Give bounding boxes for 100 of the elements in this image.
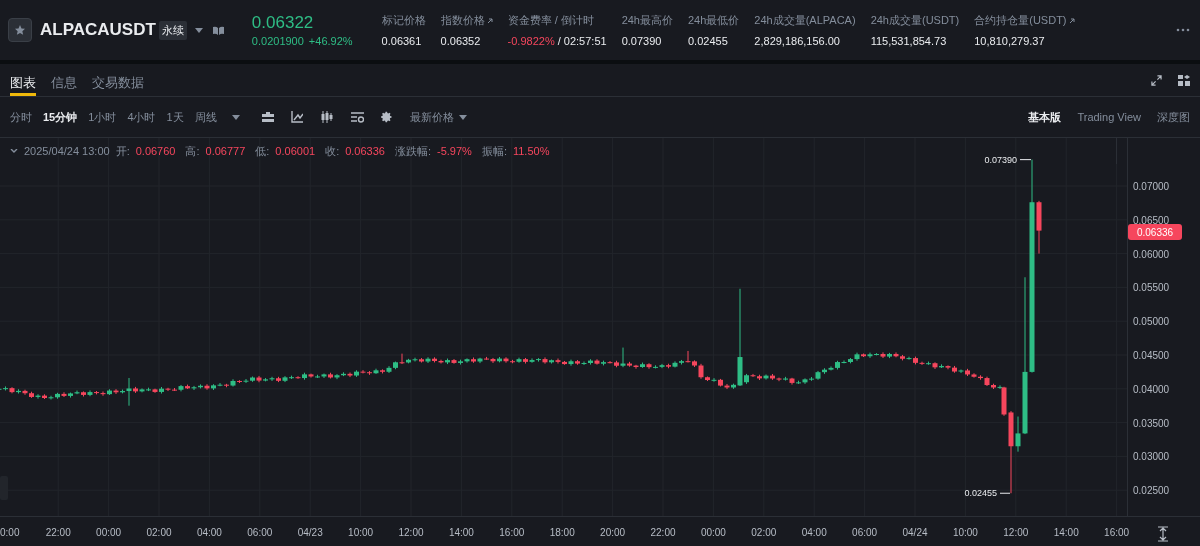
high-price-marker: 0.07390 — [984, 154, 1017, 165]
tab[interactable]: 图表 — [10, 64, 36, 96]
legend-value: -5.97% — [437, 145, 472, 157]
time-axis-label: 06:00 — [247, 527, 273, 538]
stat-value: 0.06352 — [440, 35, 481, 47]
time-axis-label: 22:00 — [650, 527, 676, 538]
tab[interactable]: 信息 — [51, 64, 77, 96]
grid-icon[interactable] — [1178, 74, 1190, 86]
time-axis-label: 00:00 — [96, 527, 122, 538]
view-tab[interactable]: 深度图 — [1157, 109, 1190, 125]
legend-value: 0.06001 — [275, 145, 316, 157]
legend-label: 高: — [185, 143, 200, 159]
caret-icon — [458, 114, 467, 120]
time-axis-label: 16:00 — [1104, 527, 1130, 538]
legend-label: 涨跌幅: — [394, 143, 431, 159]
time-axis-label: 04:00 — [196, 527, 222, 538]
low-price-marker: 0.02455 — [964, 488, 997, 499]
legend-value: 11.50% — [512, 145, 550, 157]
price-axis-label: 0.07000 — [1133, 181, 1170, 192]
caret-icon[interactable] — [231, 114, 240, 120]
price-axis-label: 0.06000 — [1133, 248, 1170, 260]
symbol-title: ALPACAUSDT — [40, 20, 156, 40]
price-change-percent: +46.92% — [308, 35, 353, 47]
stat-value: 2,829,186,156.00 — [754, 35, 840, 47]
last-price: 0.06322 — [251, 13, 315, 33]
drawing-tool-icon[interactable] — [290, 111, 303, 123]
legend-value: 0.06777 — [205, 145, 246, 157]
price-axis-label: 0.05500 — [1133, 282, 1170, 294]
time-axis-label: 04/23 — [297, 527, 323, 538]
time-axis-label: 00:00 — [700, 527, 726, 538]
price-axis-label: 0.04500 — [1133, 350, 1170, 361]
time-axis-label: 04/24 — [902, 527, 928, 538]
settings-icon[interactable] — [380, 111, 393, 123]
expand-icon[interactable] — [1151, 74, 1162, 86]
price-axis-label: 0.05000 — [1133, 316, 1170, 328]
time-axis-label: 02:00 — [146, 527, 172, 538]
view-tab[interactable]: 基本版 — [1028, 109, 1062, 125]
stat-label: 合约持仓量(USDT) — [974, 13, 1067, 28]
interval-option[interactable]: 15分钟 — [43, 109, 78, 125]
interval-option[interactable]: 4小时 — [127, 109, 156, 125]
price-axis-label: 0.03500 — [1133, 417, 1170, 429]
time-axis-label: 10:00 — [952, 527, 978, 538]
contract-tag: 永续 — [158, 20, 187, 40]
book-icon[interactable] — [212, 25, 224, 35]
interval-option[interactable]: 1天 — [166, 109, 184, 125]
stat-label: 资金费率 / 倒计时 — [507, 13, 594, 28]
stat-label: 24h最高价 — [621, 13, 673, 28]
time-axis-label: 18:00 — [549, 527, 575, 538]
legend-label: 收: — [325, 143, 340, 159]
stat-value: 0.02455 — [688, 35, 728, 47]
legend-label: 开: — [115, 143, 130, 159]
price-type-dropdown[interactable]: 最新价格 — [409, 109, 467, 125]
candle-datetime: 2025/04/24 13:00 — [24, 145, 110, 157]
interval-option[interactable]: 分时 — [10, 109, 32, 125]
external-link-icon[interactable] — [486, 17, 493, 24]
leader-line — [1019, 159, 1032, 161]
stat-value: 115,531,854.73 — [870, 35, 947, 47]
time-axis-label: 12:00 — [398, 527, 424, 538]
price-axis-label: 0.02500 — [1133, 485, 1170, 497]
countdown: / 02:57:51 — [557, 35, 607, 47]
time-axis-label: 10:00 — [348, 527, 374, 538]
stat-label: 指数价格 — [440, 13, 485, 28]
favorite-button[interactable] — [8, 18, 32, 42]
legend-label: 振幅: — [481, 143, 507, 159]
stat-value: 0.06361 — [381, 35, 422, 47]
stat-value: 0.07390 — [621, 35, 662, 47]
time-axis-label: 16:00 — [499, 527, 525, 538]
more-icon[interactable] — [1176, 28, 1190, 32]
time-axis-label: 14:00 — [448, 527, 474, 538]
candlestick-icon[interactable] — [319, 111, 334, 123]
legend-label: 低: — [255, 143, 270, 159]
price-change: 0.0201900 — [251, 35, 304, 47]
time-axis-label: 06:00 — [852, 527, 878, 538]
legend-value: 0.06760 — [135, 145, 176, 157]
time-axis-label: 22:00 — [45, 527, 71, 538]
stat-label: 24h成交量(ALPACA) — [754, 13, 856, 28]
price-axis-label: 0.03000 — [1133, 451, 1170, 463]
star-icon — [14, 24, 26, 36]
chart-type-icon[interactable] — [261, 111, 274, 123]
legend-value: 0.06336 — [345, 145, 385, 157]
price-axis-label: 0.06500 — [1133, 214, 1170, 226]
interval-option[interactable]: 周线 — [194, 109, 217, 125]
current-price-label: 0.06336 — [1136, 226, 1174, 238]
stat-value: -0.9822% — [507, 35, 555, 47]
indicator-icon[interactable] — [350, 111, 364, 123]
chevron-down-icon[interactable] — [10, 148, 18, 154]
price-axis-label: 0.04000 — [1133, 383, 1170, 395]
tab[interactable]: 交易数据 — [92, 64, 144, 96]
time-axis-label: 02:00 — [751, 527, 777, 538]
auto-scale-icon[interactable] — [1157, 526, 1169, 542]
stat-value: 10,810,279.37 — [974, 35, 1045, 47]
current-price-badge — [1128, 223, 1182, 240]
time-axis-label: 12:00 — [1003, 527, 1029, 538]
stat-label: 标记价格 — [381, 13, 426, 28]
leader-line — [999, 492, 1011, 494]
caret-icon[interactable] — [194, 27, 203, 33]
external-link-icon[interactable] — [1068, 17, 1075, 24]
interval-option[interactable]: 1小时 — [88, 109, 117, 125]
view-tab[interactable]: Trading View — [1077, 109, 1141, 125]
stat-label: 24h最低价 — [688, 13, 740, 28]
